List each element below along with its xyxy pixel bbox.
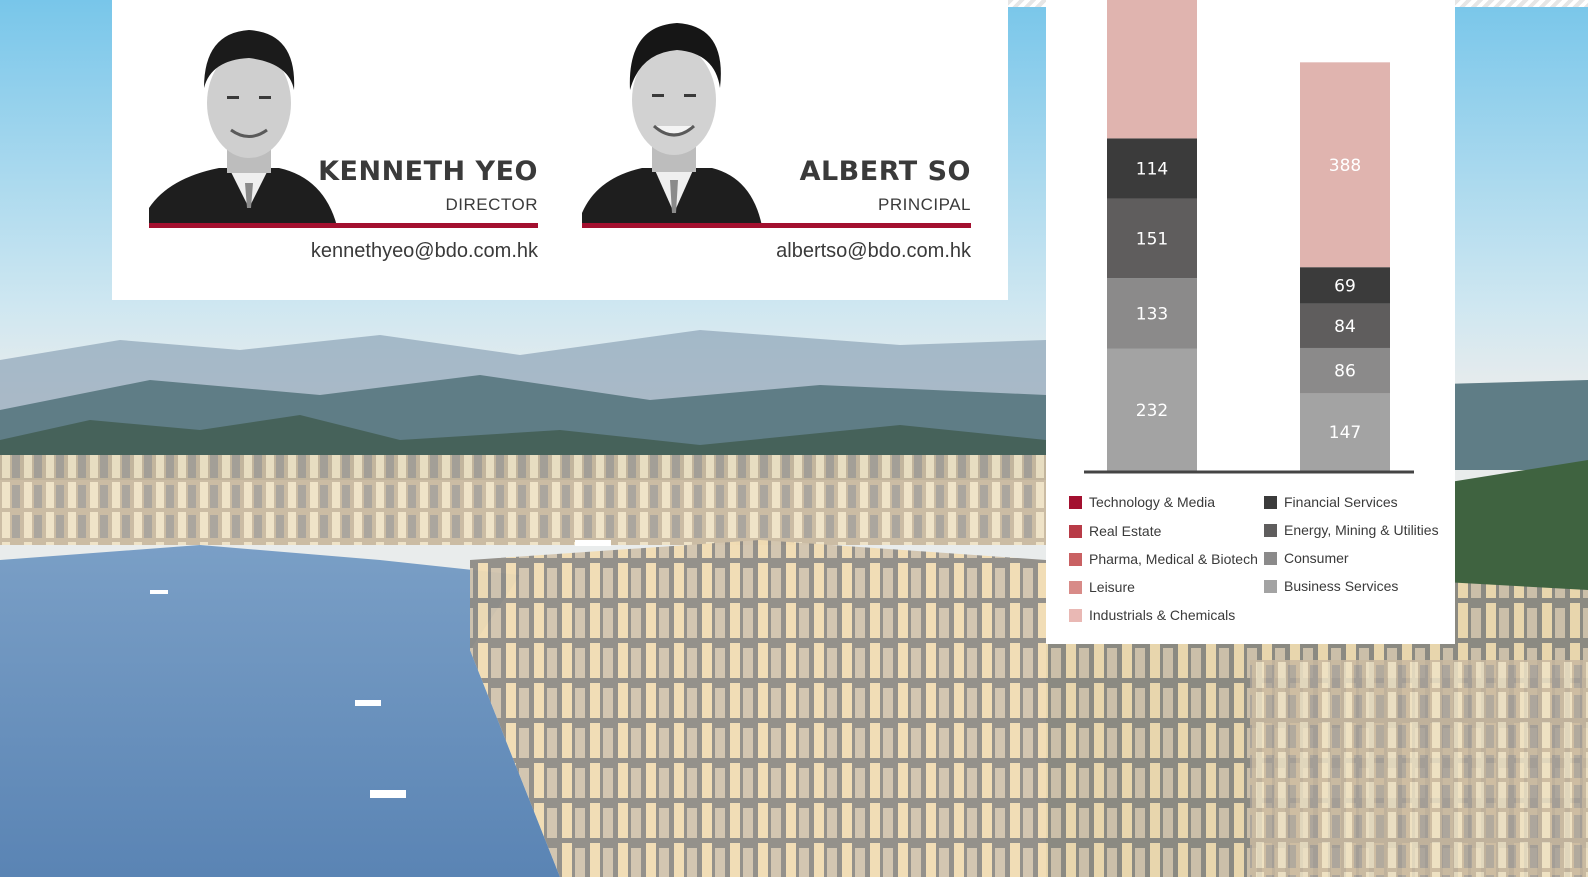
legend-item: Real Estate bbox=[1069, 523, 1161, 539]
legend-label: Pharma, Medical & Biotech bbox=[1089, 551, 1258, 567]
portrait-photo bbox=[582, 8, 782, 226]
legend-swatch bbox=[1069, 580, 1082, 594]
data-label: 86 bbox=[1334, 362, 1356, 382]
data-label: 114 bbox=[1136, 159, 1168, 179]
legend-label: Leisure bbox=[1089, 579, 1135, 595]
data-label: 232 bbox=[1136, 401, 1168, 421]
legend-swatch bbox=[1069, 495, 1082, 509]
portrait-photo bbox=[149, 8, 349, 226]
legend-item: Energy, Mining & Utilities bbox=[1264, 522, 1439, 538]
person-name: KENNETH YEO bbox=[318, 156, 538, 187]
contact-person: KENNETH YEO DIRECTOR kennethyeo@bdo.com.… bbox=[149, 0, 538, 270]
legend-label: Energy, Mining & Utilities bbox=[1284, 522, 1439, 538]
legend-label: Industrials & Chemicals bbox=[1089, 607, 1236, 623]
person-title: DIRECTOR bbox=[445, 195, 538, 214]
legend-item: Leisure bbox=[1069, 579, 1135, 595]
legend-item: Industrials & Chemicals bbox=[1069, 607, 1235, 623]
legend-item: Consumer bbox=[1264, 550, 1349, 566]
person-email-link[interactable]: kennethyeo@bdo.com.hk bbox=[311, 240, 538, 263]
data-label: 151 bbox=[1136, 229, 1168, 249]
legend-swatch bbox=[1264, 551, 1277, 565]
legend-swatch bbox=[1264, 579, 1277, 593]
legend-swatch bbox=[1264, 523, 1277, 537]
hatch-decoration bbox=[1455, 0, 1588, 7]
data-label: 388 bbox=[1329, 156, 1361, 176]
person-title: PRINCIPAL bbox=[878, 195, 971, 214]
legend-swatch bbox=[1069, 552, 1082, 566]
legend-swatch bbox=[1069, 524, 1082, 538]
legend-swatch bbox=[1069, 608, 1082, 622]
contact-card: KENNETH YEO DIRECTOR kennethyeo@bdo.com.… bbox=[112, 0, 1008, 300]
data-label: 69 bbox=[1334, 276, 1356, 296]
bar-segment bbox=[1107, 0, 1197, 139]
legend-item: Financial Services bbox=[1264, 494, 1398, 510]
hatch-decoration bbox=[1008, 0, 1046, 7]
person-email-link[interactable]: albertso@bdo.com.hk bbox=[776, 240, 971, 263]
stacked-bar-chart: 232 133 151 114 147 86 84 69 388 bbox=[1084, 0, 1414, 474]
stacked-bar-chart-panel: 232 133 151 114 147 86 84 69 388 Technology & Me… bbox=[1046, 0, 1455, 644]
data-label: 147 bbox=[1329, 423, 1361, 443]
legend-label: Business Services bbox=[1284, 578, 1399, 594]
legend-label: Financial Services bbox=[1284, 494, 1398, 510]
legend-label: Technology & Media bbox=[1089, 494, 1216, 510]
accent-divider bbox=[582, 223, 971, 228]
contact-person: ALBERT SO PRINCIPAL albertso@bdo.com.hk bbox=[582, 0, 971, 270]
legend-item: Business Services bbox=[1264, 578, 1398, 594]
person-name: ALBERT SO bbox=[799, 156, 971, 187]
accent-divider bbox=[149, 223, 538, 228]
data-label: 133 bbox=[1136, 304, 1168, 324]
legend-item: Technology & Media bbox=[1069, 494, 1215, 510]
legend-item: Pharma, Medical & Biotech bbox=[1069, 551, 1258, 567]
data-label: 84 bbox=[1334, 317, 1356, 337]
legend-label: Consumer bbox=[1284, 550, 1349, 566]
legend-swatch bbox=[1264, 495, 1277, 509]
legend-label: Real Estate bbox=[1089, 523, 1162, 539]
